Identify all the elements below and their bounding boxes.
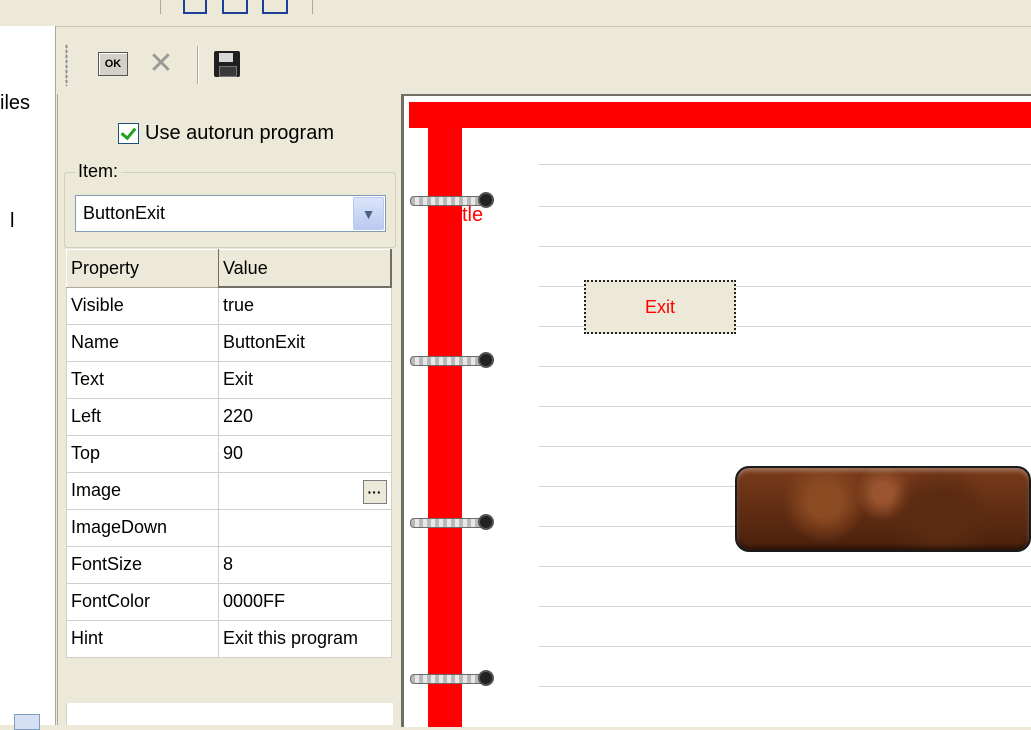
ok-icon: OK: [98, 52, 128, 76]
ruled-line: [539, 406, 1031, 407]
table-row[interactable]: Top 90: [66, 434, 392, 473]
property-value[interactable]: Exit: [218, 360, 392, 399]
property-name: FontSize: [66, 545, 219, 584]
table-row[interactable]: FontSize 8: [66, 545, 392, 584]
left-files-panel: iles l: [0, 26, 56, 730]
table-row[interactable]: Name ButtonExit: [66, 323, 392, 362]
toolbar-separator: [197, 46, 199, 84]
left-panel-text: l: [10, 210, 15, 232]
close-icon: ✕: [148, 47, 174, 80]
binder-ring: [410, 352, 494, 368]
ruled-line: [539, 606, 1031, 607]
column-header-value[interactable]: Value: [218, 249, 392, 288]
property-value[interactable]: [218, 508, 392, 547]
files-label: iles: [0, 92, 31, 114]
property-name: FontColor: [66, 582, 219, 621]
property-name: ImageDown: [66, 508, 219, 547]
autorun-checkbox[interactable]: [118, 123, 139, 144]
toolbar-icon[interactable]: [183, 0, 207, 14]
ruled-line: [539, 206, 1031, 207]
autorun-checkbox-row[interactable]: Use autorun program: [118, 122, 334, 145]
property-value[interactable]: 0000FF: [218, 582, 392, 621]
property-name: Name: [66, 323, 219, 362]
toolbar-icon[interactable]: [222, 0, 248, 14]
table-row[interactable]: Text Exit: [66, 360, 392, 399]
table-row[interactable]: FontColor 0000FF: [66, 582, 392, 621]
item-legend: Item:: [75, 161, 122, 182]
design-canvas[interactable]: tle Exit: [401, 94, 1031, 727]
top-toolbar-strip: [0, 0, 1031, 27]
toolbar-separator: [160, 0, 161, 14]
property-name: Top: [66, 434, 219, 473]
item-group: Item: ButtonExit ▼: [64, 161, 396, 248]
ruled-line: [539, 446, 1031, 447]
table-row[interactable]: Hint Exit this program: [66, 619, 392, 658]
table-row[interactable]: ImageDown: [66, 508, 392, 547]
property-value[interactable]: true: [218, 286, 392, 325]
binder-ring: [410, 670, 494, 686]
property-value-image[interactable]: ···: [218, 471, 392, 510]
table-row[interactable]: Image ···: [66, 471, 392, 510]
property-value[interactable]: ButtonExit: [218, 323, 392, 362]
ruled-line: [539, 686, 1031, 687]
item-select-value: ButtonExit: [83, 203, 166, 223]
chevron-down-icon[interactable]: ▼: [353, 197, 384, 230]
toolbar-separator: [312, 0, 313, 14]
toolbar-grip[interactable]: [65, 44, 68, 86]
ruled-line: [539, 566, 1031, 567]
property-value[interactable]: 220: [218, 397, 392, 436]
toolbar-icon[interactable]: [262, 0, 288, 14]
property-grid-empty-area: [66, 703, 393, 725]
exit-button-label: Exit: [644, 296, 675, 317]
properties-panel: Use autorun program Item: ButtonExit ▼ P…: [57, 94, 402, 725]
editor-toolbar: OK ✕: [57, 34, 1031, 94]
property-value[interactable]: Exit this program: [218, 619, 392, 658]
save-button[interactable]: [209, 46, 245, 82]
table-row[interactable]: Visible true: [66, 286, 392, 325]
property-name: Image: [66, 471, 219, 510]
exit-button[interactable]: Exit: [584, 280, 736, 334]
binder-ring: [410, 514, 494, 530]
ok-button[interactable]: OK: [95, 46, 131, 82]
autorun-label: Use autorun program: [145, 122, 334, 144]
delete-button[interactable]: ✕: [143, 46, 179, 82]
property-name: Hint: [66, 619, 219, 658]
ruled-line: [539, 246, 1031, 247]
save-icon: [214, 51, 240, 77]
scroll-button[interactable]: [14, 714, 40, 730]
form-title-text[interactable]: tle: [462, 204, 483, 227]
browse-button[interactable]: ···: [362, 479, 387, 504]
table-row[interactable]: Left 220: [66, 397, 392, 436]
ruled-line: [539, 366, 1031, 367]
property-value[interactable]: 90: [218, 434, 392, 473]
property-grid: Property Value Visible true Name ButtonE…: [66, 249, 392, 658]
property-value[interactable]: 8: [218, 545, 392, 584]
frame-top-bar: [409, 102, 1031, 128]
property-name: Visible: [66, 286, 219, 325]
property-name: Text: [66, 360, 219, 399]
item-select[interactable]: ButtonExit ▼: [75, 195, 386, 232]
image-button[interactable]: [735, 466, 1031, 552]
property-name: Left: [66, 397, 219, 436]
ruled-line: [539, 164, 1031, 165]
ruled-line: [539, 646, 1031, 647]
column-header-property[interactable]: Property: [66, 249, 219, 288]
